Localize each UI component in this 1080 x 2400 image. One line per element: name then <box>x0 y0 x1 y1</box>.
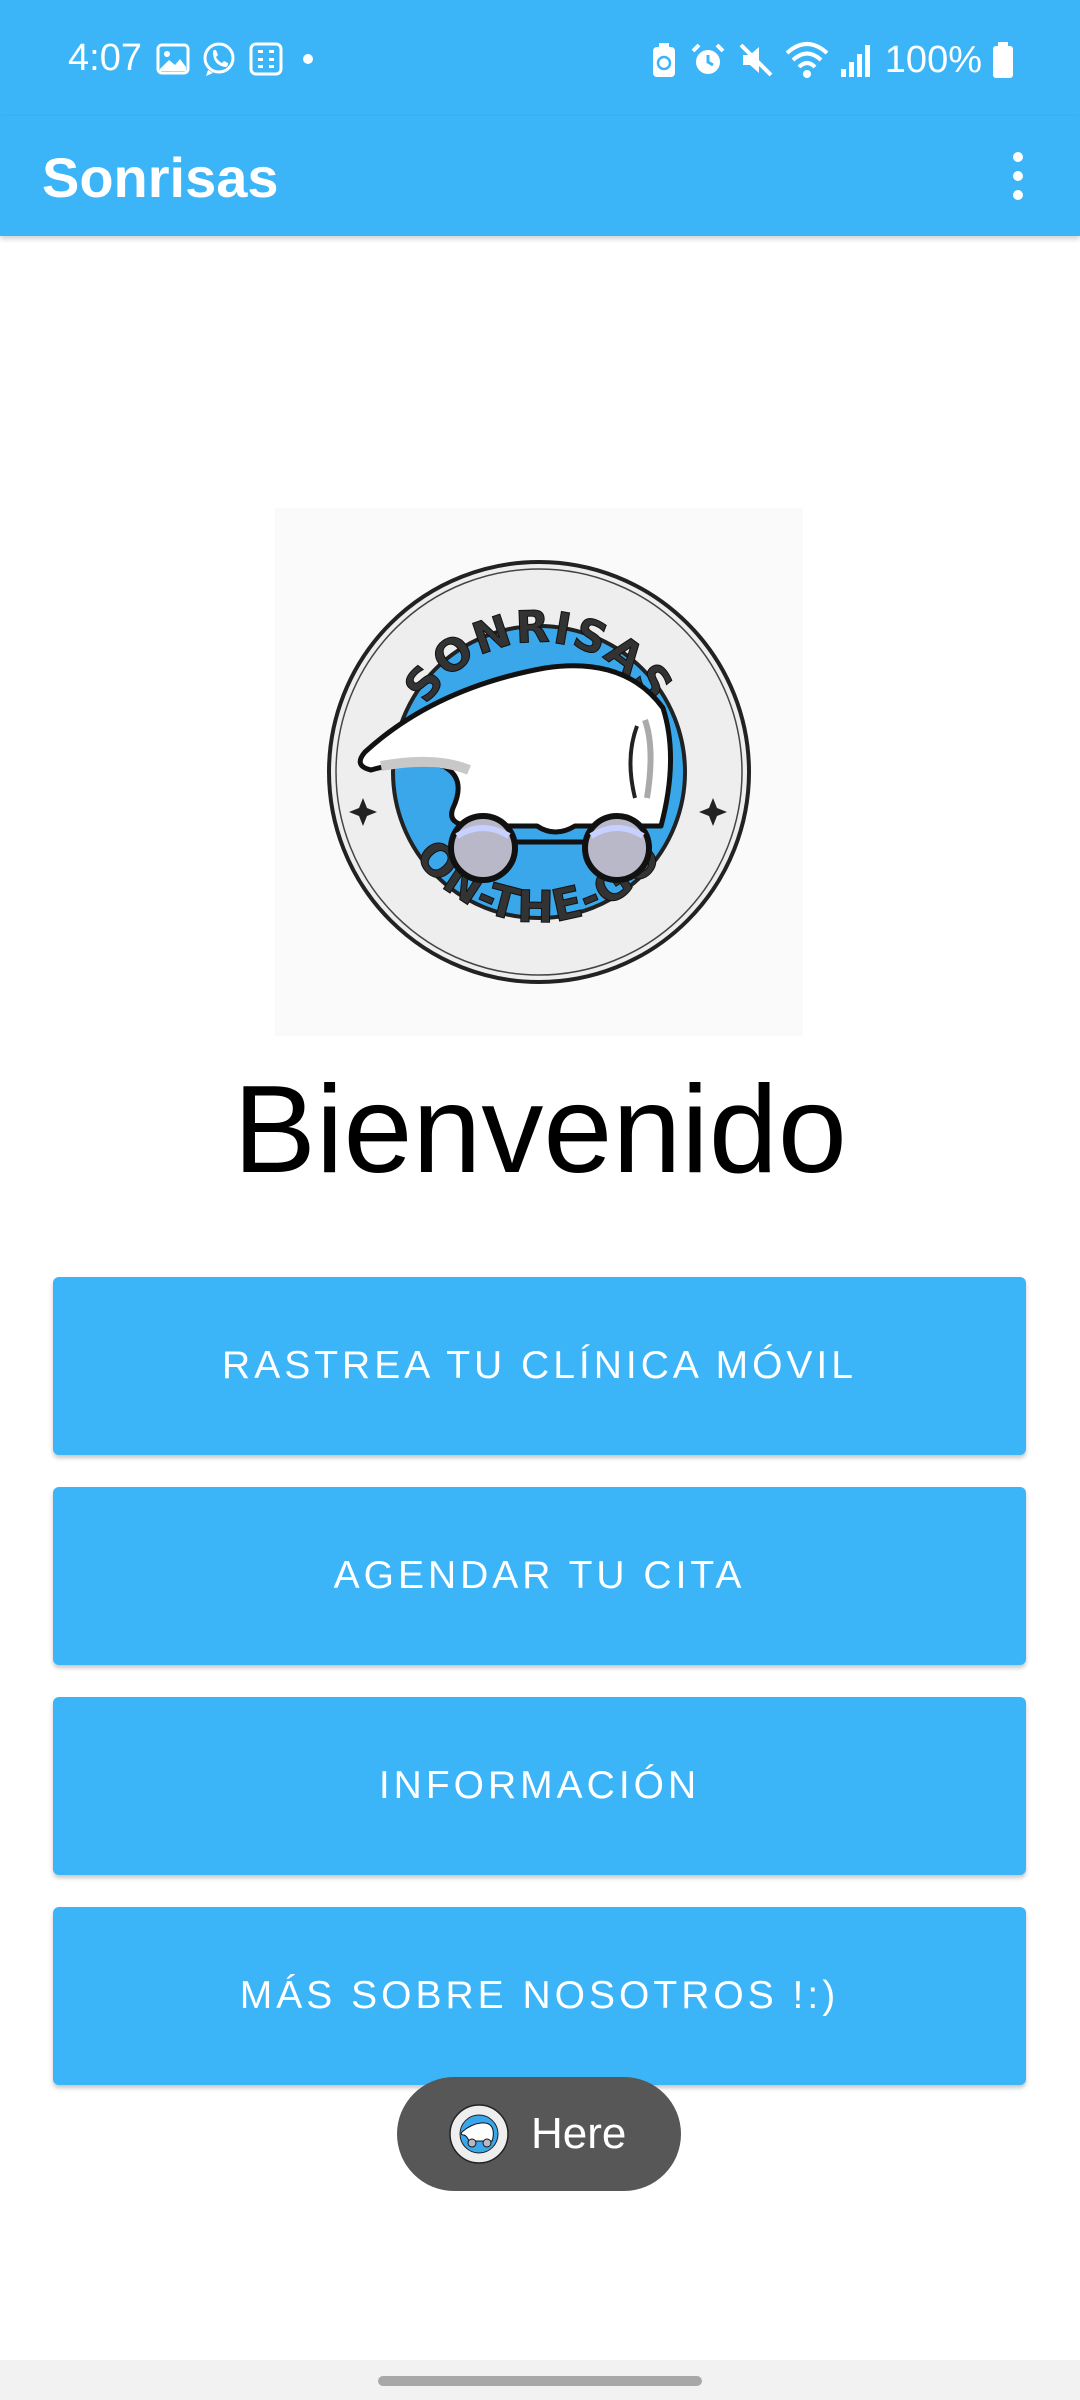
welcome-heading: Bienvenido <box>233 1061 847 1199</box>
mute-icon <box>739 43 773 77</box>
track-clinic-button[interactable]: RASTREA TU CLÍNICA MÓVIL <box>53 1277 1026 1455</box>
app-logo: SONRISAS ON-THE-GO <box>275 508 803 1036</box>
more-vert-icon[interactable] <box>978 136 1058 216</box>
signal-icon <box>840 45 870 77</box>
battery-percent: 100% <box>884 39 982 81</box>
system-icons: 100% <box>649 38 1014 82</box>
whatsapp-icon <box>203 42 235 76</box>
notification-icons <box>156 40 318 78</box>
status-bar: 4:07 100% <box>0 0 1080 116</box>
home-handle[interactable] <box>378 2376 702 2386</box>
app-logo-icon <box>449 2104 509 2164</box>
app-title: Sonrisas <box>42 146 279 209</box>
notification-dot-icon <box>303 54 313 64</box>
schedule-appointment-button[interactable]: AGENDAR TU CITA <box>53 1487 1026 1665</box>
app-bar: Sonrisas <box>0 116 1080 236</box>
battery-icon <box>993 42 1013 78</box>
information-button[interactable]: INFORMACIÓN <box>53 1697 1026 1875</box>
navigation-bar <box>0 2360 1080 2400</box>
calculator-icon <box>249 42 283 76</box>
about-us-button[interactable]: MÁS SOBRE NOSOTROS !:) <box>53 1907 1026 2085</box>
gallery-icon <box>156 43 190 75</box>
toast-text: Here <box>531 2109 627 2158</box>
toast: Here <box>397 2077 681 2191</box>
status-time: 4:07 <box>68 37 142 79</box>
wifi-icon <box>785 42 829 78</box>
alarm-icon <box>691 43 725 74</box>
battery-saver-icon <box>652 43 675 77</box>
